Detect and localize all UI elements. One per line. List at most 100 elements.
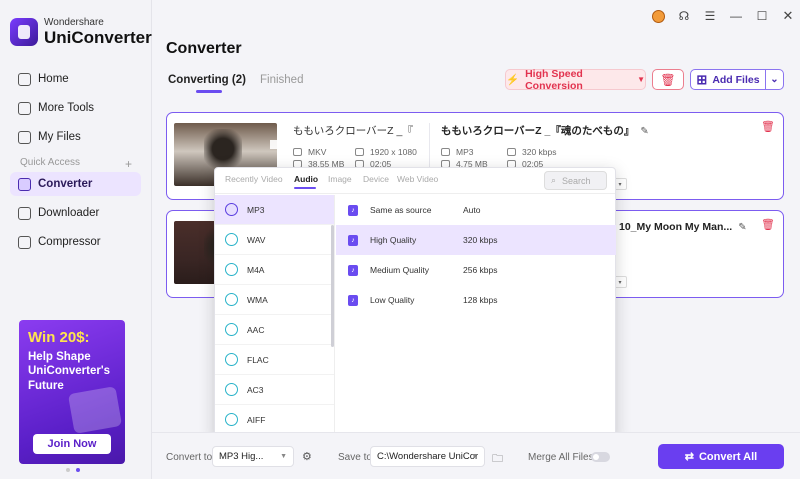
mp3-format-icon bbox=[225, 203, 238, 216]
promo-banner[interactable]: Win 20$: Help Shape UniConverter's Futur… bbox=[19, 320, 125, 464]
format-item-flac[interactable]: FLAC bbox=[215, 345, 334, 375]
tab-video[interactable]: Video bbox=[261, 174, 283, 184]
music-note-icon: ♪ bbox=[348, 264, 358, 276]
audio-format-icon bbox=[441, 148, 450, 156]
format-item-ac3[interactable]: AC3 bbox=[215, 375, 334, 405]
downloader-icon bbox=[18, 206, 31, 220]
maximize-icon[interactable]: ☐ bbox=[750, 6, 774, 26]
bottom-toolbar: Convert to MP3 Hig... ▼ ⚙ Save to C:\Wond… bbox=[152, 432, 800, 479]
promo-illustration bbox=[67, 386, 123, 434]
format-item-aiff[interactable]: AIFF bbox=[215, 405, 334, 435]
search-icon: ⌕ bbox=[551, 175, 557, 185]
quality-item-high[interactable]: ♪ High Quality 320 kbps bbox=[336, 225, 616, 255]
quick-access-label: Quick Access bbox=[20, 157, 81, 168]
delete-icon[interactable]: 🗑 bbox=[761, 218, 775, 231]
sidebar-item-label: Downloader bbox=[38, 207, 100, 219]
tools-icon bbox=[18, 101, 31, 115]
delete-icon[interactable]: 🗑 bbox=[761, 120, 775, 133]
join-now-button[interactable]: Join Now bbox=[33, 434, 111, 454]
tab-converting[interactable]: Converting (2) bbox=[168, 74, 246, 86]
format-picker-popup: Recently Video Audio Image Device Web Vi… bbox=[214, 167, 616, 442]
tab-web-video[interactable]: Web Video bbox=[397, 174, 438, 184]
target-format: MP3 bbox=[441, 147, 473, 157]
add-files-button[interactable]: ⊞ Add Files ⌄ bbox=[690, 69, 784, 90]
converter-icon bbox=[18, 177, 31, 191]
logo-brand: Wondershare bbox=[44, 17, 104, 28]
headset-icon[interactable]: ☊ bbox=[672, 6, 696, 26]
ac3-format-icon bbox=[225, 383, 238, 396]
tab-finished[interactable]: Finished bbox=[260, 74, 303, 86]
wma-format-icon bbox=[225, 293, 238, 306]
plus-icon[interactable]: + bbox=[125, 157, 132, 171]
high-speed-label: High Speed Conversion bbox=[525, 67, 583, 92]
quality-item-medium[interactable]: ♪ Medium Quality 256 kbps bbox=[336, 255, 616, 285]
music-note-icon: ♪ bbox=[348, 294, 358, 306]
minimize-icon[interactable]: — bbox=[724, 6, 748, 26]
save-to-label: Save to bbox=[338, 452, 372, 463]
folder-icon[interactable]: 🗀 bbox=[492, 450, 503, 469]
quality-item-low[interactable]: ♪ Low Quality 128 kbps bbox=[336, 285, 616, 315]
merge-toggle[interactable] bbox=[591, 452, 610, 462]
format-list: MP3 WAV M4A WMA AAC FLAC AC3 AIFF bbox=[215, 195, 335, 442]
sidebar-item-label: Home bbox=[38, 73, 69, 85]
search-placeholder: Search bbox=[562, 175, 591, 186]
sidebar-item-compressor[interactable]: Compressor bbox=[10, 230, 141, 254]
merge-all-files-label: Merge All Files bbox=[528, 452, 594, 463]
trash-icon: 🗑 bbox=[660, 72, 676, 87]
bitrate-icon bbox=[507, 148, 516, 156]
add-files-label: Add Files bbox=[712, 73, 760, 86]
sidebar-item-my-files[interactable]: My Files bbox=[10, 125, 141, 149]
play-icon[interactable] bbox=[270, 140, 280, 149]
tab-audio[interactable]: Audio bbox=[294, 174, 318, 184]
files-icon bbox=[18, 130, 31, 144]
chevron-down-icon: ▼ bbox=[471, 453, 478, 460]
carousel-dots bbox=[66, 468, 80, 472]
logo-product: UniConverter bbox=[44, 27, 152, 47]
chevron-down-icon[interactable]: ⌄ bbox=[766, 74, 783, 85]
sidebar-item-more-tools[interactable]: More Tools bbox=[10, 96, 141, 120]
convert-all-button[interactable]: ⇄ Convert All bbox=[658, 444, 784, 469]
sidebar-item-label: Compressor bbox=[38, 236, 101, 248]
convert-icon: ⇄ bbox=[684, 451, 694, 463]
format-list-scrollbar[interactable] bbox=[331, 225, 334, 347]
high-speed-conversion-button[interactable]: ⚡ High Speed Conversion ▼ bbox=[505, 67, 646, 92]
app-logo: Wondershare UniConverter bbox=[10, 17, 152, 47]
tab-device[interactable]: Device bbox=[363, 174, 389, 184]
sidebar-item-label: Converter bbox=[38, 178, 93, 190]
aiff-format-icon bbox=[225, 413, 238, 426]
flac-format-icon bbox=[225, 353, 238, 366]
carousel-dot[interactable] bbox=[66, 468, 70, 472]
sidebar-item-converter[interactable]: Converter bbox=[10, 172, 141, 196]
format-item-m4a[interactable]: M4A bbox=[215, 255, 334, 285]
quick-access-header: Quick Access + bbox=[20, 157, 132, 171]
format-item-wma[interactable]: WMA bbox=[215, 285, 334, 315]
menu-icon[interactable]: ☰ bbox=[698, 6, 722, 26]
format-item-aac[interactable]: AAC bbox=[215, 315, 334, 345]
edit-icon[interactable]: ✎ bbox=[640, 126, 648, 137]
sidebar-item-downloader[interactable]: Downloader bbox=[10, 201, 141, 225]
sidebar-item-label: My Files bbox=[38, 131, 81, 143]
promo-title: Win 20$: bbox=[28, 329, 90, 346]
format-item-mp3[interactable]: MP3 bbox=[215, 195, 334, 225]
sidebar-item-label: More Tools bbox=[38, 102, 95, 114]
close-icon[interactable]: ✕ bbox=[776, 6, 800, 26]
target-file-name: ももいろクローバーZ _『魂のたべもの』 ✎ bbox=[441, 125, 649, 137]
settings-gear-icon[interactable]: ⚙ bbox=[302, 450, 312, 463]
tab-active-indicator bbox=[294, 187, 316, 189]
sidebar-item-home[interactable]: Home bbox=[10, 67, 141, 91]
target-file-name: 10_My Moon My Man... ✎ bbox=[619, 221, 747, 233]
convert-all-label: Convert All bbox=[698, 450, 758, 463]
avatar-icon[interactable] bbox=[646, 6, 670, 26]
carousel-dot-active[interactable] bbox=[76, 468, 80, 472]
edit-icon[interactable]: ✎ bbox=[738, 222, 746, 233]
m4a-format-icon bbox=[225, 263, 238, 276]
tab-recently[interactable]: Recently bbox=[225, 174, 258, 184]
quality-item-same-as-source[interactable]: ♪ Same as source Auto bbox=[336, 195, 616, 225]
save-to-select[interactable]: C:\Wondershare UniCor ▼ bbox=[370, 446, 485, 467]
format-item-wav[interactable]: WAV bbox=[215, 225, 334, 255]
format-search-input[interactable]: ⌕ Search bbox=[544, 171, 607, 190]
delete-all-button[interactable]: 🗑 bbox=[652, 69, 684, 90]
convert-to-select[interactable]: MP3 Hig... ▼ bbox=[212, 446, 294, 467]
tab-image[interactable]: Image bbox=[328, 174, 352, 184]
resolution-icon bbox=[355, 148, 364, 156]
